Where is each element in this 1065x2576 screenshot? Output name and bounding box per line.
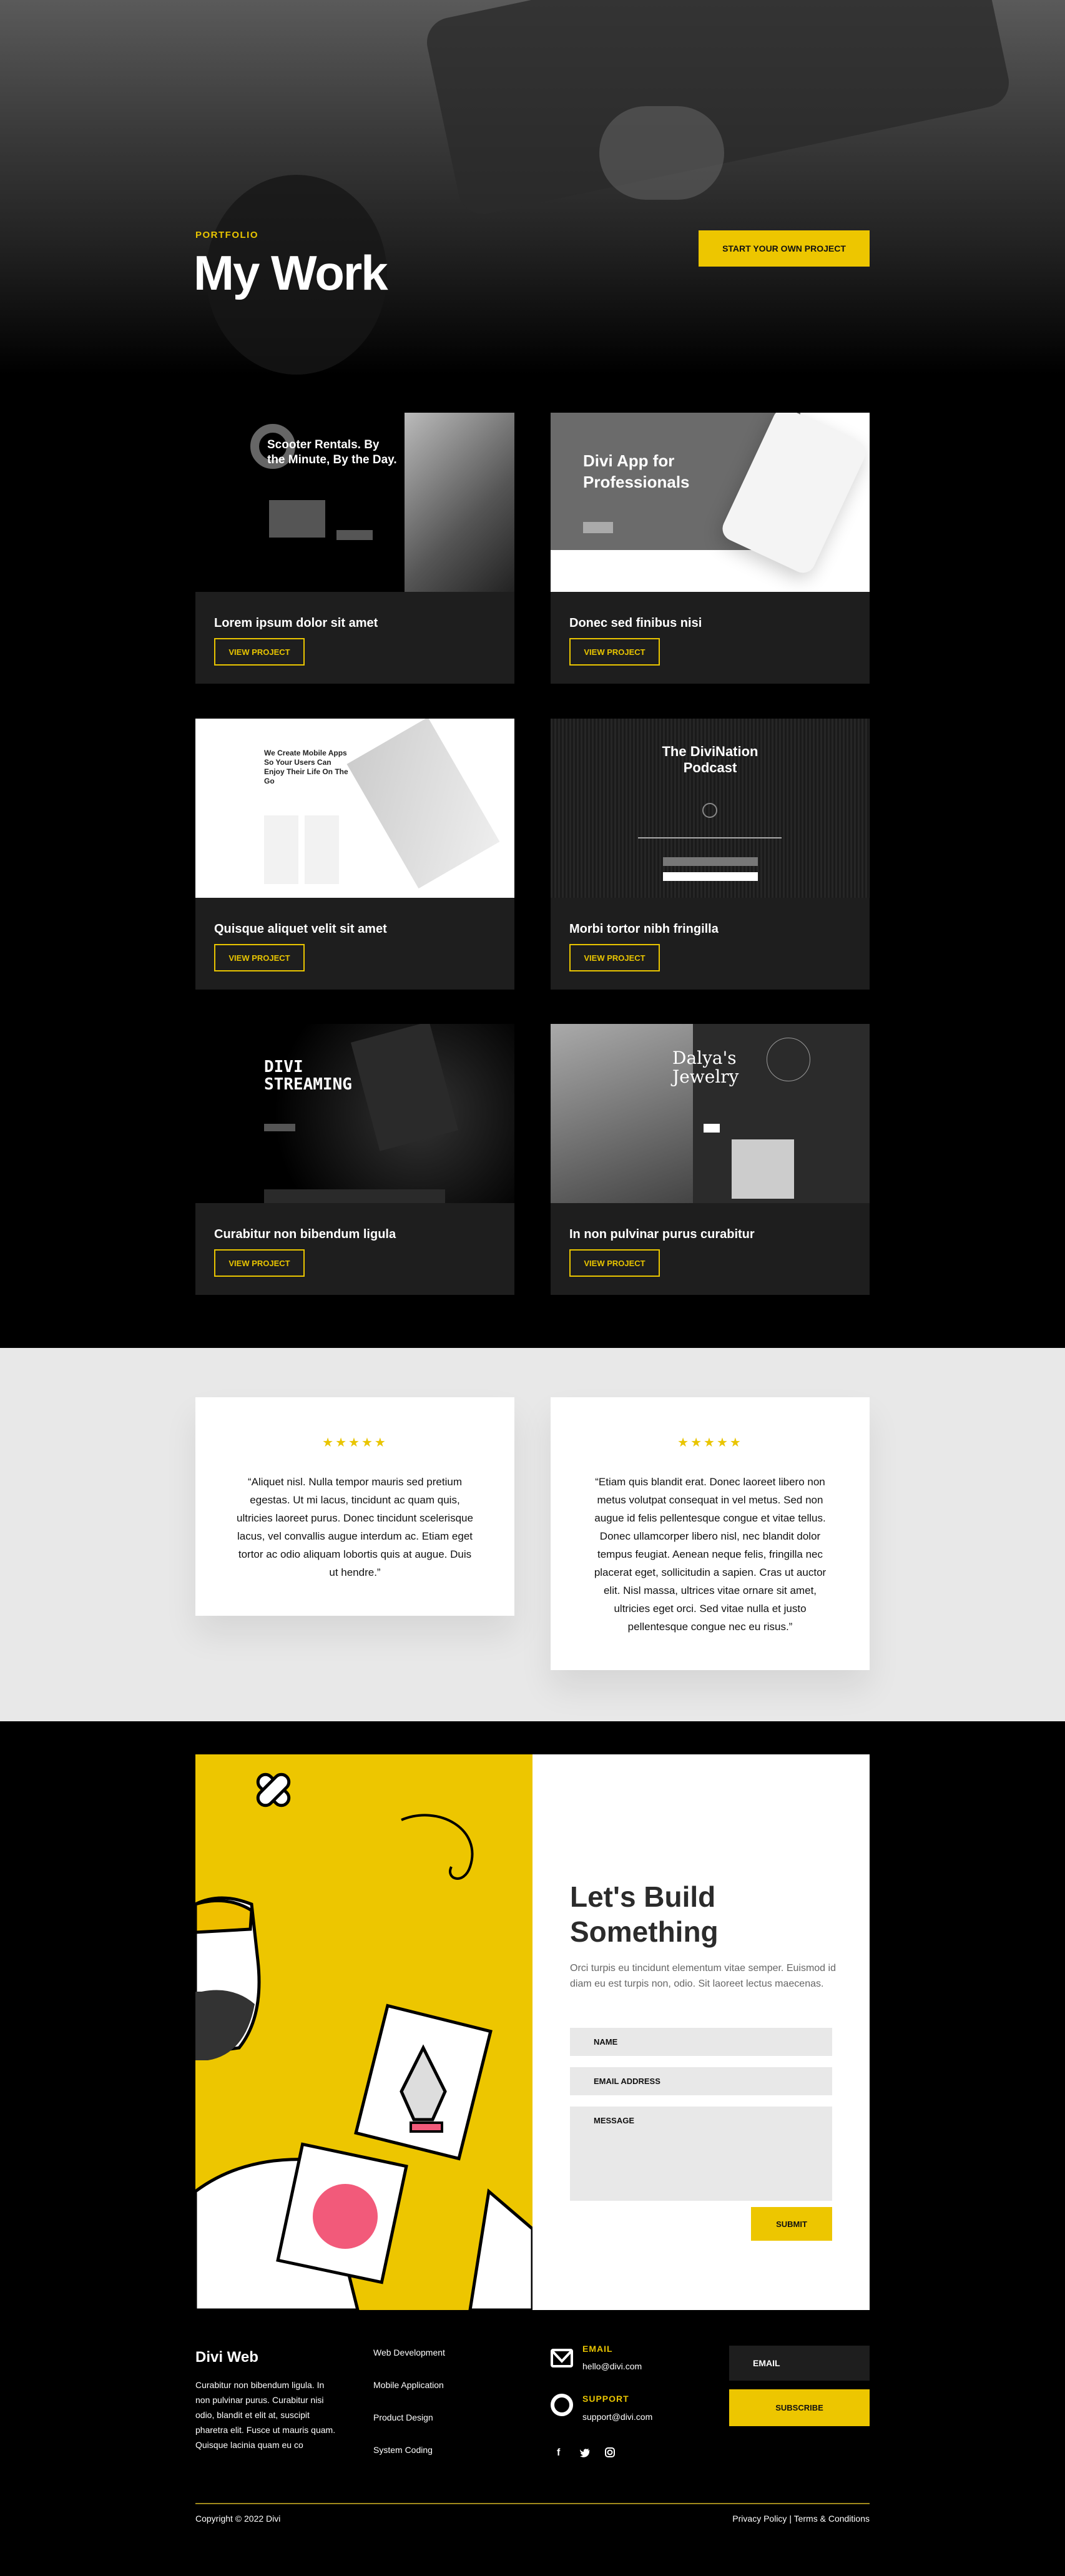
preview-button: [336, 530, 373, 540]
testimonial-card: ★★★★★ “Etiam quis blandit erat. Donec la…: [551, 1397, 870, 1670]
project-card: DIVI STREAMING Curabitur non bibendum li…: [195, 1024, 514, 1295]
message-input[interactable]: [570, 2107, 832, 2201]
view-project-button[interactable]: VIEW PROJECT: [214, 944, 305, 971]
ring-photo: [732, 1139, 794, 1199]
copyright: Copyright © 2022 Divi: [195, 2514, 281, 2524]
facebook-icon[interactable]: f: [557, 2447, 560, 2459]
project-preview-image: We Create Mobile Apps So Your Users Can …: [195, 719, 514, 898]
footer-link-system-coding[interactable]: System Coding: [373, 2445, 433, 2455]
start-project-button[interactable]: START YOUR OWN PROJECT: [699, 230, 870, 267]
footer-link-product-design[interactable]: Product Design: [373, 2412, 433, 2422]
model-photo: [551, 1024, 693, 1203]
testimonial-quote: “Aliquet nisl. Nulla tempor mauris sed p…: [237, 1476, 473, 1578]
project-preview-image: Divi App for Professionals: [551, 413, 870, 592]
email-label: EMAIL: [582, 2344, 613, 2354]
feature-grid: [264, 815, 339, 884]
newsletter-email-input[interactable]: [729, 2346, 870, 2381]
testimonials-section: ★★★★★ “Aliquet nisl. Nulla tempor mauris…: [0, 1348, 1065, 1721]
privacy-policy-link[interactable]: Privacy Policy: [732, 2514, 787, 2524]
hero-section: PORTFOLIO My Work START YOUR OWN PROJECT: [0, 0, 1065, 375]
email-input[interactable]: [570, 2067, 832, 2095]
twitter-icon[interactable]: [580, 2449, 590, 2457]
project-card: We Create Mobile Apps So Your Users Can …: [195, 719, 514, 990]
preview-button: [663, 872, 758, 881]
project-title: Quisque aliquet velit sit amet: [214, 922, 387, 936]
star-rating-icon: ★★★★★: [677, 1436, 743, 1450]
squiggle-line: [401, 1814, 474, 1880]
project-card: Divi App for Professionals Donec sed fin…: [551, 413, 870, 684]
view-project-button[interactable]: VIEW PROJECT: [214, 1249, 305, 1277]
preview-strip: [264, 1189, 445, 1203]
footer-link-web-development[interactable]: Web Development: [373, 2347, 445, 2357]
illustration-svg: [195, 1772, 532, 2310]
testimonial-card: ★★★★★ “Aliquet nisl. Nulla tempor mauris…: [195, 1397, 514, 1616]
lifebuoy-icon: [551, 2394, 573, 2416]
view-project-button[interactable]: VIEW PROJECT: [569, 1249, 660, 1277]
project-title: Lorem ipsum dolor sit amet: [214, 616, 378, 630]
audio-progress: [638, 837, 782, 838]
preview-heading: Dalya's Jewelry: [672, 1048, 739, 1087]
preview-heading: We Create Mobile Apps So Your Users Can …: [264, 749, 348, 785]
project-preview-image: DIVI STREAMING: [195, 1024, 514, 1203]
footer-link-mobile-application[interactable]: Mobile Application: [373, 2380, 444, 2390]
separator: |: [789, 2514, 792, 2524]
star-rating-icon: ★★★★★: [322, 1436, 388, 1450]
star-logo: [767, 1038, 810, 1081]
play-icon: [702, 803, 717, 818]
envelope-icon: [551, 2349, 573, 2367]
device-mockup: [350, 1024, 459, 1151]
name-input[interactable]: [570, 2028, 832, 2056]
bandage-icon: [256, 1772, 291, 1807]
designer-illustration: [195, 1754, 532, 2310]
footer-about: Curabitur non bibendum ligula. In non pu…: [195, 2380, 336, 2450]
support-label: SUPPORT: [582, 2394, 629, 2404]
preview-heading: Divi App for Professionals: [583, 451, 690, 491]
project-preview-image: Scooter Rentals. By the Minute, By the D…: [195, 413, 514, 592]
beanie: [195, 1899, 253, 1934]
footer-divider: [195, 2503, 870, 2504]
hand: [468, 2188, 532, 2310]
subscribe-button[interactable]: SUBSCRIBE: [729, 2389, 870, 2426]
hand-image: [599, 106, 724, 200]
contact-form: Let's Build Something Orci turpis eu tin…: [532, 1754, 870, 2310]
view-project-button[interactable]: VIEW PROJECT: [569, 638, 660, 666]
project-title: Morbi tortor nibh fringilla: [569, 922, 719, 936]
email-link[interactable]: hello@divi.com: [582, 2361, 642, 2371]
project-title: Donec sed finibus nisi: [569, 616, 702, 630]
project-card: The DiviNation Podcast Morbi tortor nibh…: [551, 719, 870, 990]
project-card: Dalya's Jewelry In non pulvinar purus cu…: [551, 1024, 870, 1295]
view-project-button[interactable]: VIEW PROJECT: [214, 638, 305, 666]
preview-thumb: [269, 500, 325, 538]
project-card: Scooter Rentals. By the Minute, By the D…: [195, 413, 514, 684]
phone-mockup: [346, 719, 500, 889]
beard: [195, 1990, 255, 2060]
preview-heading: Scooter Rentals. By the Minute, By the D…: [267, 438, 397, 466]
project-preview-image: The DiviNation Podcast: [551, 719, 870, 898]
preview-heading: The DiviNation Podcast: [662, 744, 758, 775]
preview-button: [264, 1124, 295, 1131]
laptop-image: [422, 0, 1014, 219]
submit-button[interactable]: SUBMIT: [751, 2207, 832, 2241]
legal-links: Privacy Policy | Terms & Conditions: [732, 2514, 870, 2524]
terms-link[interactable]: Terms & Conditions: [794, 2514, 870, 2524]
preview-button: [704, 1124, 720, 1133]
contact-description: Orci turpis eu tincidunt elementum vitae…: [570, 1963, 836, 1989]
contact-title: Let's Build Something: [570, 1880, 719, 1948]
instagram-icon[interactable]: [605, 2447, 615, 2457]
scooter-photo: [405, 413, 514, 592]
project-preview-image: Dalya's Jewelry: [551, 1024, 870, 1203]
view-project-button[interactable]: VIEW PROJECT: [569, 944, 660, 971]
footer-brand: Divi Web: [195, 2349, 258, 2366]
project-title: In non pulvinar purus curabitur: [569, 1227, 755, 1241]
pink-circle: [313, 2184, 378, 2249]
preview-button: [583, 522, 613, 533]
hero-eyebrow: PORTFOLIO: [195, 230, 258, 240]
project-title: Curabitur non bibendum ligula: [214, 1227, 396, 1241]
page-title: My Work: [194, 245, 388, 300]
support-link[interactable]: support@divi.com: [582, 2412, 652, 2422]
testimonial-quote: “Etiam quis blandit erat. Donec laoreet …: [594, 1476, 827, 1633]
preview-button: [663, 857, 758, 866]
